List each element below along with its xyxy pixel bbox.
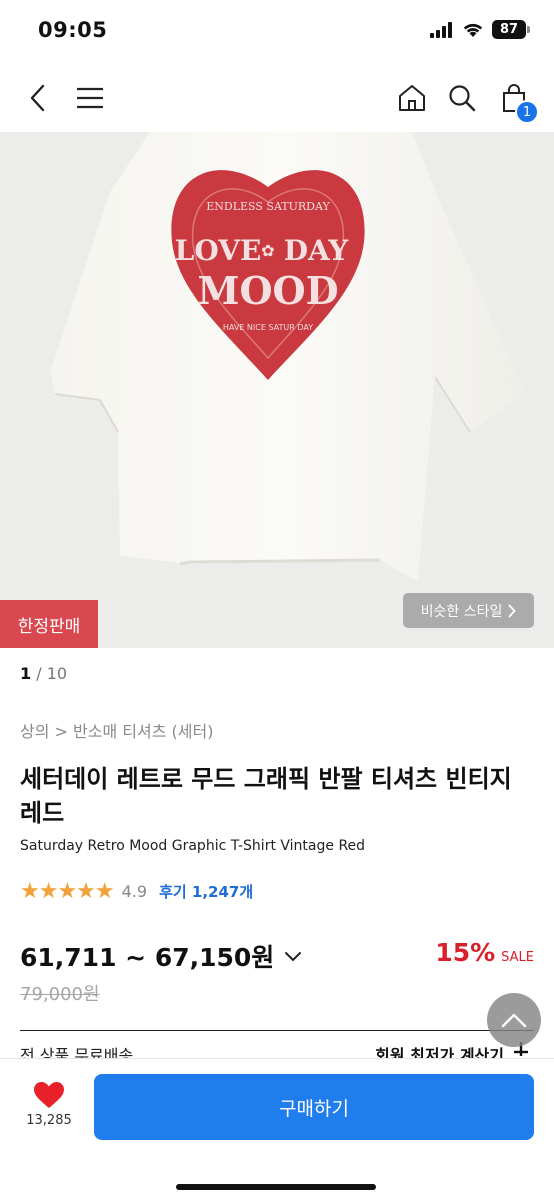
similar-style-button[interactable]: 비슷한 스타일 xyxy=(403,593,534,628)
back-button[interactable] xyxy=(18,78,58,118)
pager-current: 1 xyxy=(20,664,32,683)
print-love: LOVE xyxy=(175,234,262,267)
print-have-nice: HAVE NICE SATUR DAY xyxy=(223,323,313,332)
product-image[interactable]: ENDLESS SATURDAY LOVE DAY ✿ MOOD HAVE NI… xyxy=(0,132,554,648)
star-rating-icon: ★★★★★ xyxy=(20,879,115,904)
top-nav: 1 xyxy=(0,64,554,132)
heart-icon xyxy=(34,1082,64,1108)
product-subtitle: Saturday Retro Mood Graphic T-Shirt Vint… xyxy=(20,838,366,854)
limited-sale-badge: 한정판매 xyxy=(0,600,98,648)
search-icon xyxy=(449,85,476,112)
battery-level: 87 xyxy=(492,20,526,39)
bottom-purchase-bar: 13,285 구매하기 xyxy=(0,1058,554,1200)
print-mood: MOOD xyxy=(197,268,338,313)
signal-icon xyxy=(430,21,452,38)
price-range: 61,711 ~ 67,150원 xyxy=(20,943,275,972)
status-bar: 09:05 87 xyxy=(0,0,554,64)
svg-text:✿: ✿ xyxy=(261,241,274,260)
battery-icon: 87 xyxy=(492,20,530,39)
chevron-up-icon xyxy=(501,1013,527,1028)
sale-label: SALE xyxy=(501,950,534,965)
status-time: 09:05 xyxy=(38,18,108,42)
buy-button[interactable]: 구매하기 xyxy=(94,1074,534,1140)
product-title: 세터데이 레트로 무드 그래픽 반팔 티셔츠 빈티지 레드 xyxy=(20,765,512,827)
cart-button[interactable]: 1 xyxy=(494,78,539,124)
back-arrow-icon xyxy=(30,84,45,112)
hamburger-icon xyxy=(77,87,103,109)
chevron-down-icon xyxy=(285,952,302,962)
review-count-link[interactable]: 후기 1,247개 xyxy=(159,881,253,902)
home-icon xyxy=(399,85,425,111)
chevron-right-icon xyxy=(508,604,517,617)
divider xyxy=(20,1030,534,1031)
wifi-icon xyxy=(463,23,483,37)
print-endless-saturday: ENDLESS SATURDAY xyxy=(206,200,330,213)
home-button[interactable] xyxy=(392,78,432,118)
like-button[interactable]: 13,285 xyxy=(22,1081,76,1128)
pager-total: / 10 xyxy=(31,664,68,683)
status-icons: 87 xyxy=(430,20,530,39)
rating-value: 4.9 xyxy=(121,882,148,901)
search-button[interactable] xyxy=(442,78,482,118)
breadcrumb[interactable]: 상의 > 반소매 티셔츠 (세터) xyxy=(20,718,213,742)
rating-row: ★★★★★ 4.9 후기 1,247개 xyxy=(20,879,253,904)
original-price: 79,000원 xyxy=(20,984,100,1005)
similar-style-label: 비슷한 스타일 xyxy=(420,603,503,620)
menu-button[interactable] xyxy=(70,78,110,118)
home-indicator xyxy=(176,1184,376,1190)
scroll-to-top-button[interactable] xyxy=(487,993,541,1047)
like-count: 13,285 xyxy=(26,1113,72,1128)
image-pager: 1 / 10 xyxy=(20,664,67,683)
price-row[interactable]: 61,711 ~ 67,150원 xyxy=(20,938,302,974)
discount: 15% SALE xyxy=(435,938,534,967)
discount-rate: 15% xyxy=(435,938,496,967)
print-day: DAY xyxy=(284,234,350,267)
tshirt-illustration: ENDLESS SATURDAY LOVE DAY ✿ MOOD HAVE NI… xyxy=(0,132,554,648)
cart-count-badge: 1 xyxy=(515,100,539,124)
